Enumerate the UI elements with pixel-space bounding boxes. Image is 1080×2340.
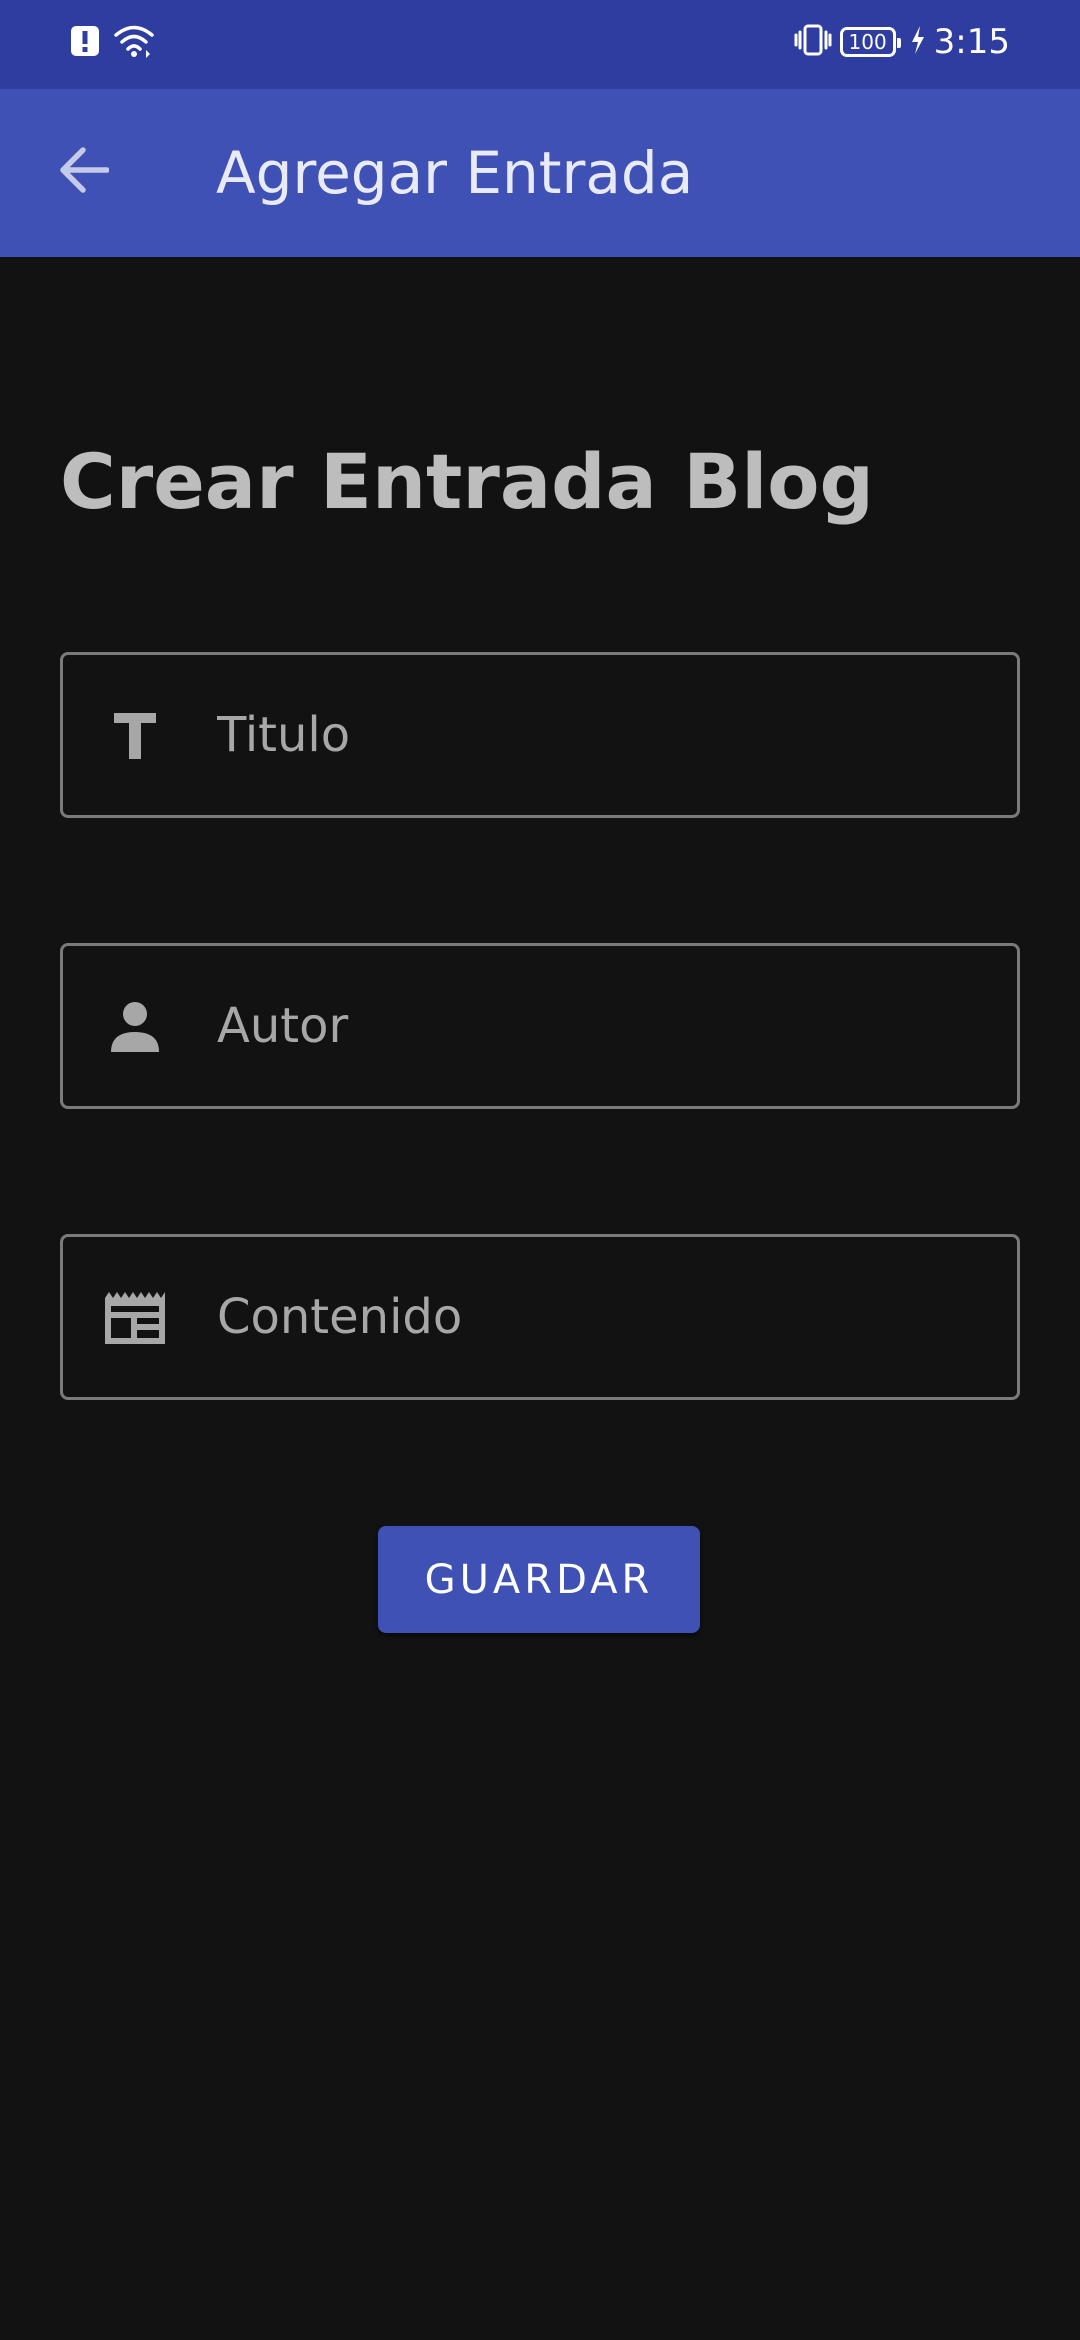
status-right: 100 3:15 bbox=[794, 22, 1010, 62]
save-button[interactable]: GUARDAR bbox=[378, 1526, 700, 1633]
article-icon bbox=[93, 1275, 177, 1359]
page-title: Crear Entrada Blog bbox=[60, 437, 874, 526]
battery-icon: 100 bbox=[839, 27, 901, 57]
author-input[interactable] bbox=[217, 946, 977, 1106]
alert-icon bbox=[70, 25, 100, 61]
wifi-icon bbox=[114, 24, 154, 62]
battery-level: 100 bbox=[848, 30, 887, 54]
author-field[interactable] bbox=[60, 943, 1020, 1109]
app-bar-title: Agregar Entrada bbox=[216, 139, 694, 207]
content-input[interactable] bbox=[217, 1237, 977, 1397]
status-bar: 100 3:15 bbox=[0, 0, 1080, 89]
title-field[interactable] bbox=[60, 652, 1020, 818]
status-left bbox=[70, 24, 154, 62]
arrow-left-icon bbox=[57, 146, 110, 198]
person-icon bbox=[93, 984, 177, 1068]
status-time: 3:15 bbox=[933, 22, 1010, 62]
content-field[interactable] bbox=[60, 1234, 1020, 1400]
app-bar: Agregar Entrada bbox=[0, 89, 1080, 257]
charging-icon bbox=[910, 25, 926, 59]
vibrate-icon bbox=[794, 23, 832, 61]
back-button[interactable] bbox=[40, 129, 126, 215]
text-format-icon bbox=[93, 693, 177, 777]
title-input[interactable] bbox=[217, 655, 977, 815]
